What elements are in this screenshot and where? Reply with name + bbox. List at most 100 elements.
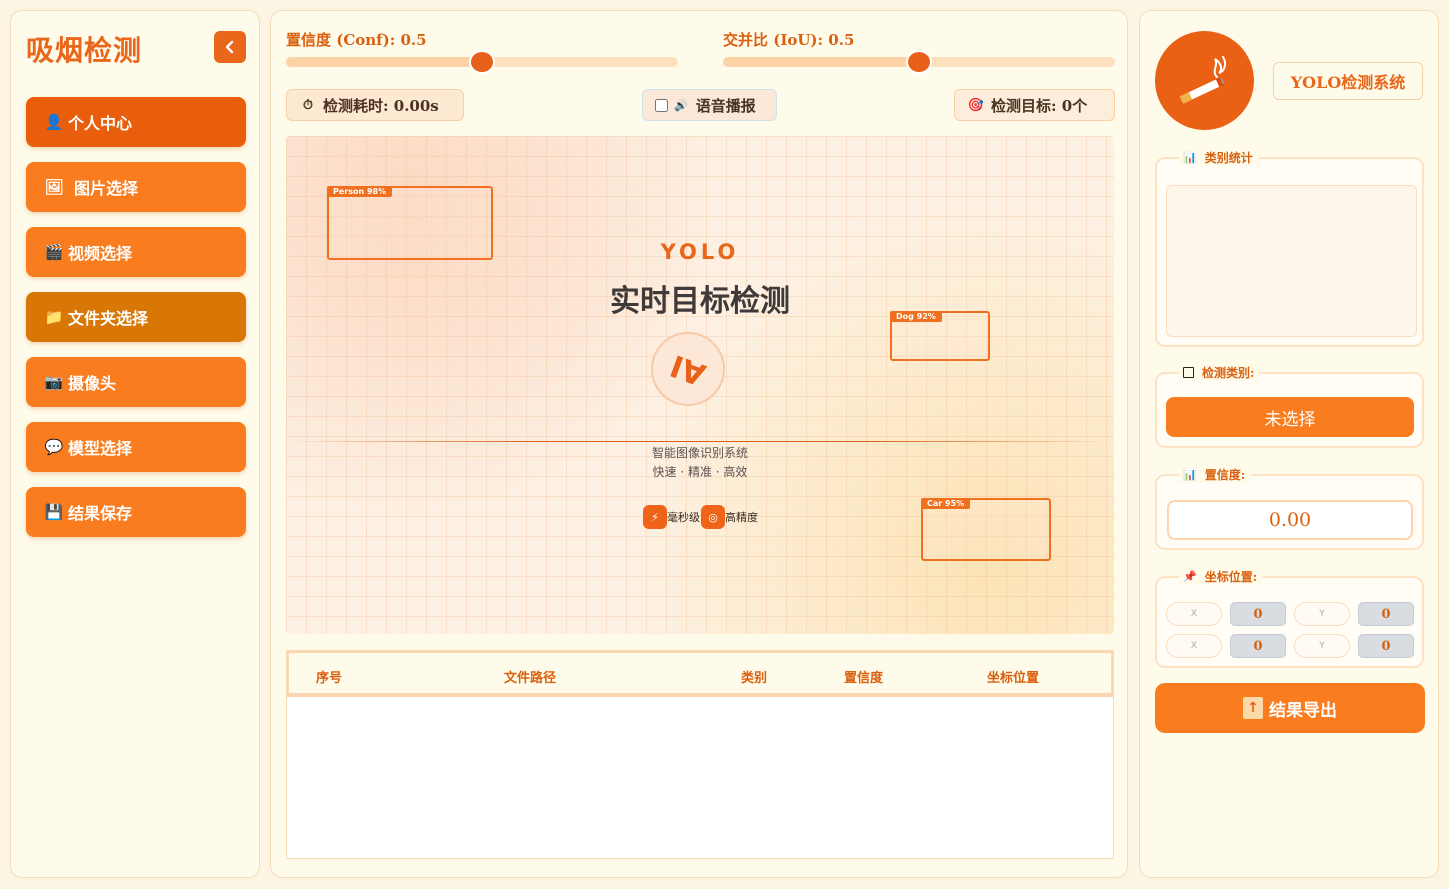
header-file-path: 文件路径 — [504, 671, 557, 686]
speaker-icon: 🔊 — [674, 98, 688, 112]
collapse-button[interactable] — [214, 31, 246, 63]
results-table: 序号 文件路径 类别 置信度 坐标位置 — [286, 650, 1114, 859]
class-select-button[interactable]: 未选择 — [1166, 397, 1414, 437]
feature-label: 高精度 — [725, 511, 758, 524]
voice-toggle[interactable]: 🔊 语音播报 — [642, 89, 777, 121]
confidence-value: 0.00 — [1167, 500, 1413, 540]
group-title-text: 检测类别: — [1202, 366, 1255, 380]
nav-label: 图片选择 — [74, 179, 139, 198]
conf-slider-thumb[interactable] — [469, 50, 495, 74]
nav-label: 视频选择 — [68, 244, 133, 263]
table-header: 序号 文件路径 类别 置信度 坐标位置 — [287, 651, 1113, 697]
detect-class-group: 检测类别: 未选择 — [1155, 364, 1424, 448]
coord-x1-label: X — [1166, 602, 1222, 626]
scan-line — [286, 441, 1114, 442]
export-results-button[interactable]: ↑ 结果导出 — [1155, 683, 1425, 733]
nav-folder-select[interactable]: 📁 文件夹选择 — [26, 292, 246, 342]
group-title: 📌 坐标位置: — [1179, 568, 1264, 585]
header-index: 序号 — [316, 671, 343, 686]
category-stats-area — [1166, 185, 1417, 337]
target-count-label: 检测目标: 0个 — [991, 96, 1088, 115]
clapperboard-icon: 🎬 — [44, 243, 64, 261]
target-icon: 🎯 — [967, 97, 985, 113]
feature-precision: ◎ 高精度 — [701, 505, 758, 529]
nav-video-select[interactable]: 🎬 视频选择 — [26, 227, 246, 277]
export-label: 结果导出 — [1269, 700, 1337, 721]
chevron-left-icon — [225, 40, 234, 54]
floppy-disk-icon: 💾 — [44, 503, 64, 521]
system-tag: YOLO检测系统 — [1273, 62, 1423, 100]
conf-slider-fill — [286, 57, 482, 67]
header-class: 类别 — [741, 671, 768, 686]
coord-y1-value: 0 — [1358, 602, 1414, 626]
header-coordinates: 坐标位置 — [987, 671, 1040, 686]
ai-badge: AI — [651, 332, 725, 406]
preview-tagline: 快速 · 精准 · 高效 — [652, 465, 748, 479]
confidence-group: 📊 置信度: 0.00 — [1155, 466, 1424, 550]
detection-tag: Car 95% — [921, 498, 971, 509]
voice-checkbox[interactable] — [655, 98, 668, 112]
chat-icon: 💬 — [44, 438, 64, 456]
conf-label: 置信度 (Conf): 0.5 — [286, 31, 427, 49]
preview-subtitle: 智能图像识别系统 — [651, 446, 748, 460]
iou-label: 交并比 (IoU): 0.5 — [723, 31, 855, 49]
stopwatch-icon: ⏱ — [302, 97, 314, 113]
ai-badge-text: AI — [665, 346, 711, 392]
group-title-text: 类别统计 — [1204, 151, 1253, 165]
iou-slider-fill — [723, 57, 919, 67]
upload-icon: ↑ — [1243, 697, 1263, 719]
header-confidence: 置信度 — [844, 671, 884, 686]
iou-slider-thumb[interactable] — [906, 50, 932, 74]
detection-tag: Person 98% — [327, 186, 393, 197]
bar-chart-icon: 📊 — [1183, 468, 1197, 481]
group-title: 📊 置信度: — [1179, 466, 1252, 483]
nav-label: 结果保存 — [68, 504, 133, 523]
left-sidebar: 吸烟检测 👤 个人中心 🖼 图片选择 🎬 视频选择 📁 文件夹选择 📷 摄像头 … — [10, 10, 260, 878]
coord-y2-label: Y — [1294, 634, 1350, 658]
feature-label: 毫秒级 — [667, 511, 700, 524]
target-count-chip: 🎯 检测目标: 0个 — [954, 89, 1115, 121]
camera-icon: 📷 — [44, 373, 64, 391]
detection-box-car: Car 95% — [921, 498, 1051, 561]
nav-label: 摄像头 — [68, 374, 117, 393]
right-panel: YOLO检测系统 📊 类别统计 检测类别: 未选择 📊 置信度: 0.00 📌 … — [1139, 10, 1439, 878]
cigarette-icon — [1179, 55, 1226, 104]
app-title: 吸烟检测 — [26, 34, 143, 67]
app-logo — [1155, 31, 1254, 130]
coord-y1-label: Y — [1294, 602, 1350, 626]
conf-slider[interactable] — [286, 50, 678, 74]
group-title: 检测类别: — [1179, 364, 1261, 381]
category-stats-group: 📊 类别统计 — [1155, 149, 1424, 347]
detect-time-label: 检测耗时: 0.00s — [323, 96, 439, 115]
nav-label: 模型选择 — [68, 439, 133, 458]
nav-save-results[interactable]: 💾 结果保存 — [26, 487, 246, 537]
preview-title: 实时目标检测 — [610, 284, 790, 319]
iou-slider[interactable] — [723, 50, 1115, 74]
checkbox-icon — [1183, 367, 1194, 378]
user-icon: 👤 — [44, 113, 64, 131]
image-icon: 🖼 — [44, 178, 64, 196]
feature-speed: ⚡ 毫秒级 — [643, 505, 700, 529]
coord-x2-label: X — [1166, 634, 1222, 658]
nav-image-select[interactable]: 🖼 图片选择 — [26, 162, 246, 212]
lightning-icon: ⚡ — [643, 505, 667, 529]
group-title-text: 置信度: — [1204, 468, 1246, 482]
nav-personal-center[interactable]: 👤 个人中心 — [26, 97, 246, 147]
nav-label: 个人中心 — [68, 114, 133, 133]
coord-y2-value: 0 — [1358, 634, 1414, 658]
target-icon: ◎ — [701, 505, 725, 529]
folder-icon: 📁 — [44, 308, 64, 326]
coord-x2-value: 0 — [1230, 634, 1286, 658]
nav-label: 文件夹选择 — [68, 309, 149, 328]
group-title-text: 坐标位置: — [1204, 570, 1258, 584]
group-title: 📊 类别统计 — [1179, 149, 1259, 166]
main-panel: 置信度 (Conf): 0.5 交并比 (IoU): 0.5 ⏱ 检测耗时: 0… — [270, 10, 1128, 878]
voice-label: 语音播报 — [695, 96, 756, 115]
bar-chart-icon: 📊 — [1183, 151, 1197, 164]
pushpin-icon: 📌 — [1183, 570, 1197, 583]
coord-x1-value: 0 — [1230, 602, 1286, 626]
nav-model-select[interactable]: 💬 模型选择 — [26, 422, 246, 472]
image-preview: Person 98% Dog 92% Car 95% YOLO 实时目标检测 A… — [286, 136, 1114, 634]
detect-time-chip: ⏱ 检测耗时: 0.00s — [286, 89, 464, 121]
nav-camera[interactable]: 📷 摄像头 — [26, 357, 246, 407]
